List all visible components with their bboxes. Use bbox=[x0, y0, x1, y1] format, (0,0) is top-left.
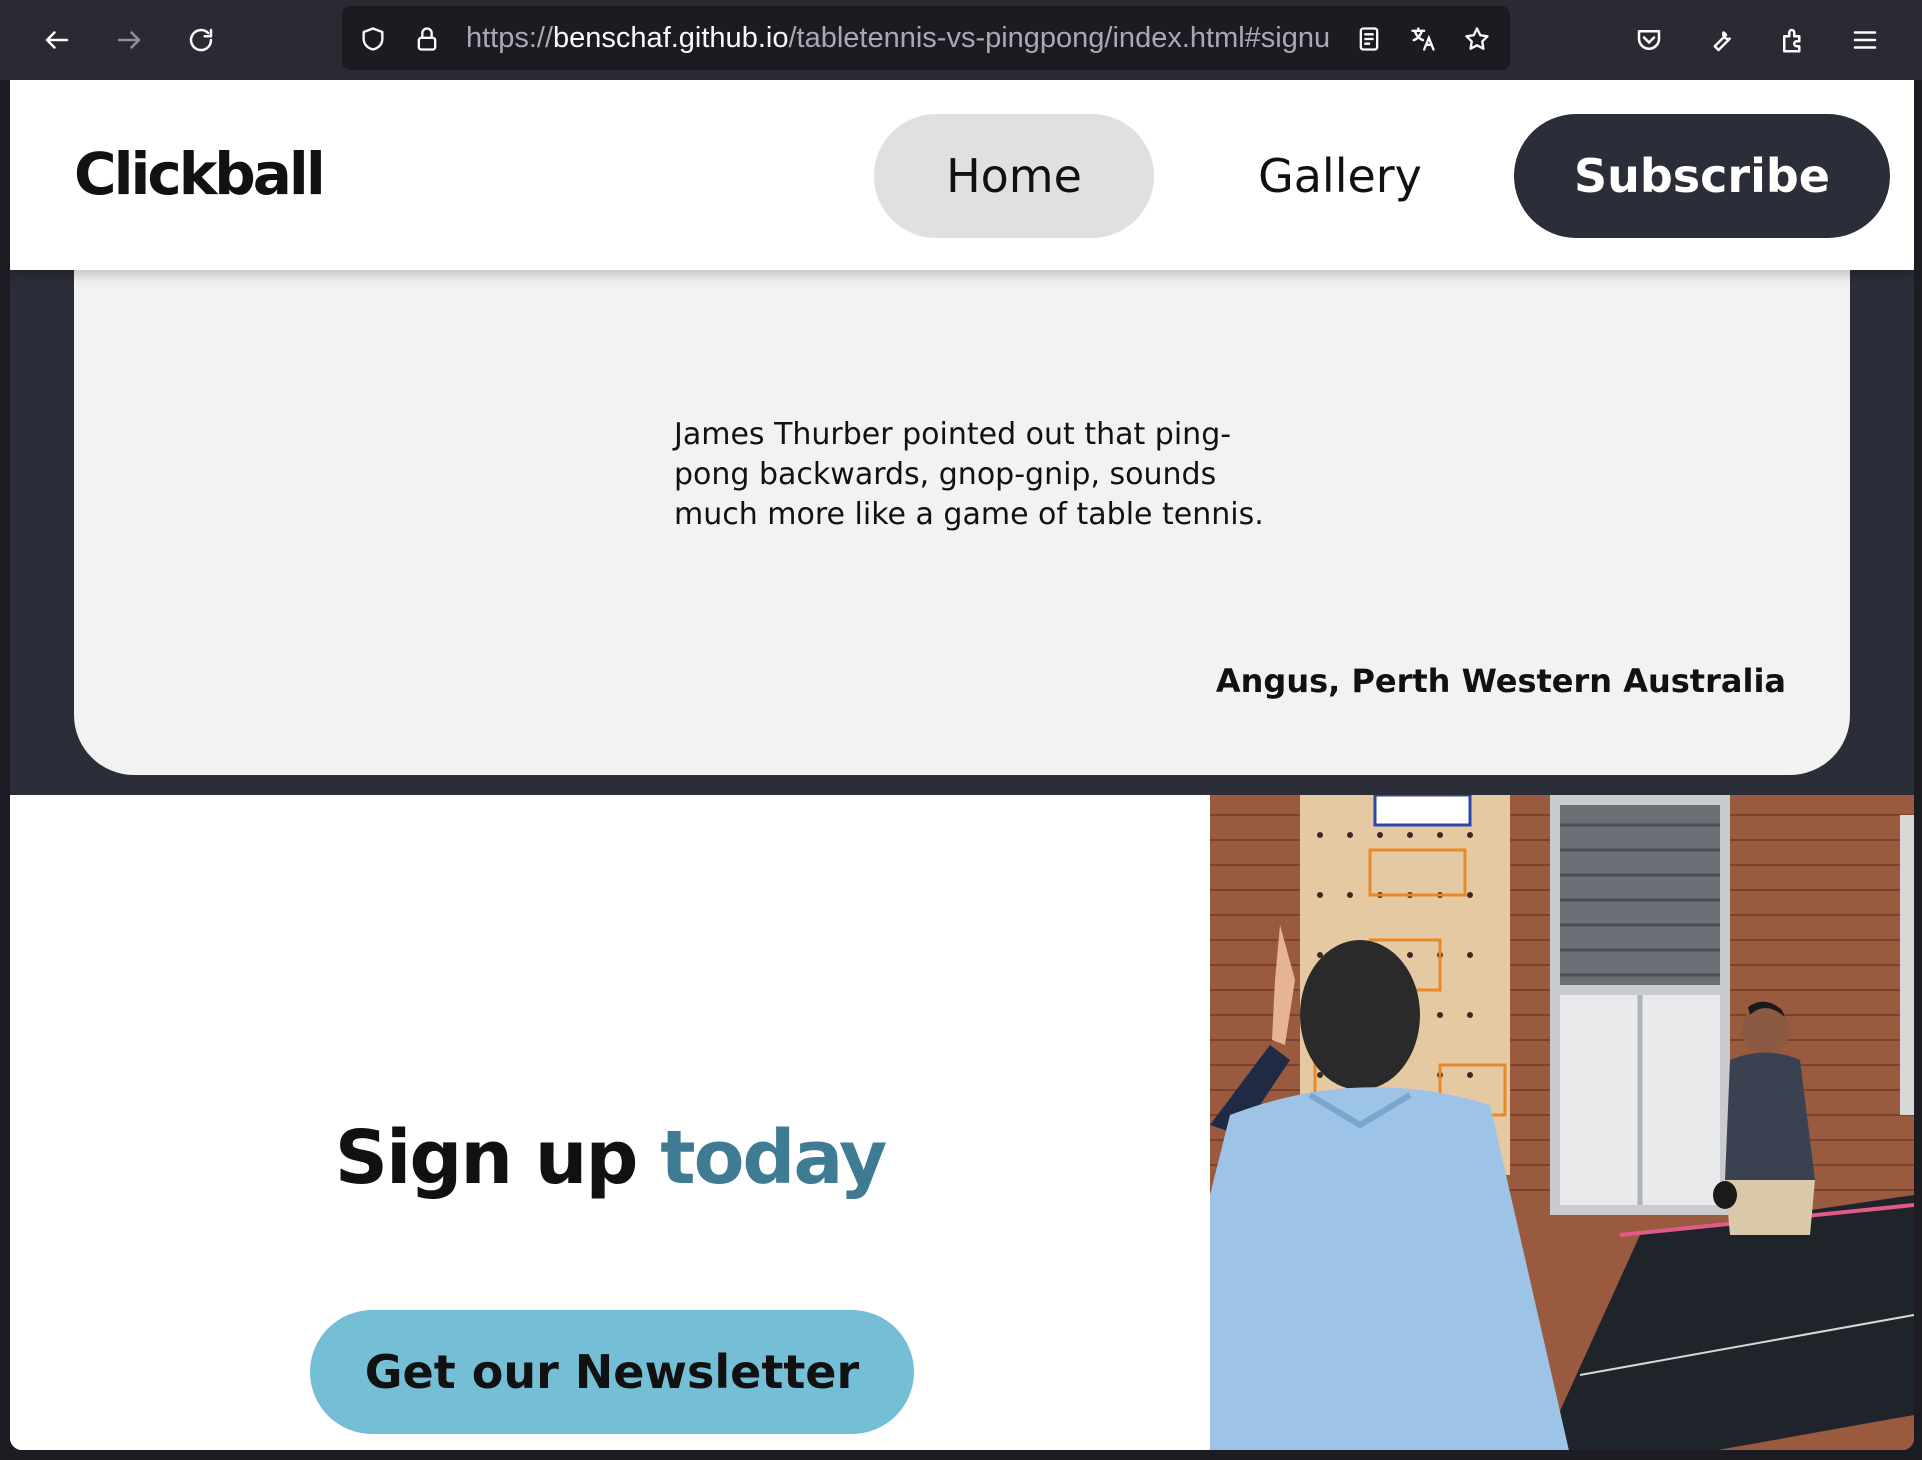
back-arrow-icon[interactable] bbox=[34, 17, 80, 63]
lock-icon[interactable] bbox=[410, 22, 444, 56]
testimonial-quote: James Thurber pointed out that ping-pong… bbox=[674, 417, 1264, 532]
page-viewport: James Thurber pointed out that ping-pong… bbox=[10, 80, 1914, 1450]
ping-pong-photo bbox=[1210, 795, 1914, 1450]
signup-title: Sign up today bbox=[10, 1115, 1210, 1201]
url-bar[interactable]: https://benschaf.github.io/tabletennis-v… bbox=[342, 6, 1510, 70]
url-text[interactable]: https://benschaf.github.io/tabletennis-v… bbox=[466, 6, 1336, 70]
signup-section: Sign up today Get our Newsletter bbox=[10, 795, 1914, 1450]
reader-view-icon[interactable] bbox=[1352, 22, 1386, 56]
pocket-icon[interactable] bbox=[1626, 17, 1672, 63]
extensions-icon[interactable] bbox=[1770, 17, 1816, 63]
testimonial-card: James Thurber pointed out that ping-pong… bbox=[74, 230, 1850, 775]
nav-gallery[interactable]: Gallery bbox=[1210, 114, 1470, 238]
wrench-icon[interactable] bbox=[1698, 17, 1744, 63]
forward-arrow-icon[interactable] bbox=[106, 17, 152, 63]
menu-icon[interactable] bbox=[1842, 17, 1888, 63]
nav-subscribe[interactable]: Subscribe bbox=[1514, 114, 1890, 238]
url-host: benschaf.github.io bbox=[553, 22, 789, 54]
url-scheme: https:// bbox=[466, 22, 554, 54]
nav-home[interactable]: Home bbox=[874, 114, 1154, 238]
site-logo[interactable]: Clickball bbox=[74, 140, 326, 208]
reload-icon[interactable] bbox=[178, 17, 224, 63]
url-path: /tabletennis-vs-pingpong/index.html#sign… bbox=[788, 22, 1331, 54]
signup-title-accent: today bbox=[660, 1115, 887, 1201]
browser-toolbar: https://benschaf.github.io/tabletennis-v… bbox=[0, 0, 1922, 80]
testimonial-author: Angus, Perth Western Australia bbox=[1215, 662, 1786, 700]
site-header: Clickball Home Gallery Subscribe bbox=[10, 80, 1914, 270]
star-icon[interactable] bbox=[1460, 22, 1494, 56]
signup-title-main: Sign up bbox=[334, 1115, 639, 1201]
translate-icon[interactable] bbox=[1406, 22, 1440, 56]
shield-icon[interactable] bbox=[356, 22, 390, 56]
newsletter-button[interactable]: Get our Newsletter bbox=[310, 1310, 914, 1434]
